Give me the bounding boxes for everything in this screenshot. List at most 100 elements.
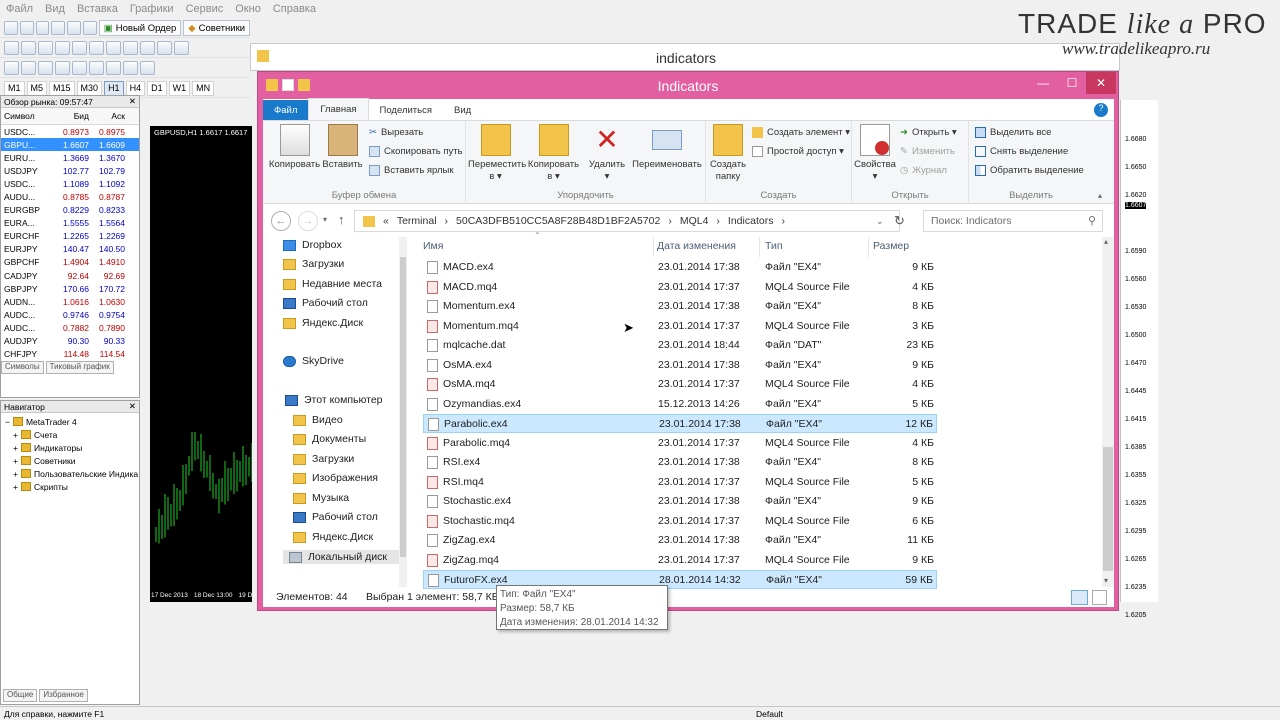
- market-watch-row[interactable]: EURA... 1.5555 1.5564: [1, 217, 139, 230]
- cursor-icon[interactable]: [4, 61, 19, 75]
- move-to-button[interactable]: Переместить в ▾: [468, 124, 526, 183]
- tab-share[interactable]: Поделиться: [369, 100, 443, 120]
- cut-button[interactable]: ✂ Вырезать: [369, 127, 423, 138]
- vertical-line-icon[interactable]: [38, 61, 53, 75]
- file-row[interactable]: Stochastic.ex4 23.01.2014 17:38 Файл "EX4"…: [423, 492, 937, 511]
- path-separator-icon[interactable]: ›: [668, 215, 672, 227]
- file-row[interactable]: ZigZag.ex4 23.01.2014 17:38 Файл "EX4" 11 К…: [423, 531, 937, 550]
- close-icon[interactable]: ✕: [129, 401, 136, 412]
- copy-path-button[interactable]: Скопировать путь: [369, 146, 463, 157]
- periods-icon[interactable]: [157, 41, 172, 55]
- details-view-icon[interactable]: [1071, 590, 1088, 605]
- menu-item[interactable]: Графики: [130, 3, 174, 15]
- menu-item[interactable]: Вставка: [77, 3, 118, 15]
- market-watch-row[interactable]: CHFJPY 114.48 114.54: [1, 348, 139, 361]
- navigator-icon[interactable]: [67, 21, 81, 35]
- history-button[interactable]: ◷ Журнал: [900, 165, 947, 176]
- trendline-icon[interactable]: [72, 61, 87, 75]
- path-field[interactable]: « Terminal › 50CA3DFB510CC5A8F28B48D1BF2A57…: [354, 210, 900, 232]
- market-watch-row[interactable]: AUDC... 0.9746 0.9754: [1, 308, 139, 321]
- zoom-out-icon[interactable]: [72, 41, 87, 55]
- collapse-ribbon-icon[interactable]: ▴: [1098, 191, 1102, 200]
- tab-home[interactable]: Главная: [308, 98, 369, 120]
- recent-locations-icon[interactable]: ▾: [323, 215, 327, 224]
- timeframe-button[interactable]: W1: [168, 80, 191, 96]
- menu-item[interactable]: Окно: [235, 3, 261, 15]
- edit-button[interactable]: ✎ Изменить: [900, 146, 955, 157]
- market-watch-row[interactable]: GBPCHF 1.4904 1.4910: [1, 256, 139, 269]
- paste-button[interactable]: Вставить: [315, 124, 370, 171]
- file-row[interactable]: Parabolic.ex4 23.01.2014 17:38 Файл "EX4" 1…: [423, 414, 937, 433]
- text-icon[interactable]: [123, 61, 138, 75]
- channel-icon[interactable]: [89, 61, 104, 75]
- close-button[interactable]: ✕: [1086, 72, 1116, 94]
- indicators-list-icon[interactable]: [140, 41, 155, 55]
- path-separator-icon[interactable]: ›: [716, 215, 720, 227]
- up-button[interactable]: ↑: [338, 212, 345, 227]
- navigation-pane-scrollbar[interactable]: [399, 237, 407, 587]
- market-watch-row[interactable]: AUDJPY 90.30 90.33: [1, 335, 139, 348]
- expand-icon[interactable]: +: [13, 469, 18, 479]
- arrow-icon[interactable]: [140, 61, 155, 75]
- refresh-icon[interactable]: ↻: [894, 213, 905, 229]
- col-date[interactable]: Дата изменения: [657, 240, 736, 252]
- nav-item[interactable]: Загрузки: [283, 258, 344, 270]
- tile-icon[interactable]: [89, 41, 104, 55]
- navigator-item[interactable]: + Индикаторы: [1, 441, 139, 454]
- chart-line-icon[interactable]: [38, 41, 53, 55]
- market-watch-row[interactable]: USDC... 1.1089 1.1092: [1, 177, 139, 190]
- market-watch-row[interactable]: AUDC... 0.7882 0.7890: [1, 321, 139, 334]
- file-row[interactable]: OsMA.ex4 23.01.2014 17:38 Файл "EX4" 9 КБ: [423, 356, 937, 375]
- autoscroll-icon[interactable]: [106, 41, 121, 55]
- advisors-button[interactable]: ◆ Советники: [183, 20, 251, 36]
- col-size[interactable]: Размер: [873, 240, 909, 252]
- timeframe-button[interactable]: H1: [104, 80, 124, 96]
- copy-to-button[interactable]: Копировать в ▾: [526, 124, 581, 183]
- menu-item[interactable]: Вид: [45, 3, 65, 15]
- price-chart[interactable]: GBPUSD,H1 1.6617 1.6617 17 Dec 2013 18 De…: [150, 126, 252, 602]
- market-watch-row[interactable]: USDC... 0.8973 0.8975: [1, 125, 139, 138]
- invert-selection-button[interactable]: Обратить выделение: [975, 165, 1084, 176]
- select-none-button[interactable]: Снять выделение: [975, 146, 1068, 157]
- file-row[interactable]: OsMA.mq4 23.01.2014 17:37 MQL4 Source File…: [423, 375, 937, 394]
- timeframe-button[interactable]: M15: [49, 80, 75, 96]
- menu-item[interactable]: Сервис: [186, 3, 224, 15]
- paste-shortcut-button[interactable]: Вставить ярлык: [369, 165, 454, 176]
- file-row[interactable]: MACD.ex4 23.01.2014 17:38 Файл "EX4" 9 КБ: [423, 258, 937, 277]
- file-row[interactable]: RSI.mq4 23.01.2014 17:37 MQL4 Source File 5…: [423, 473, 937, 492]
- file-row[interactable]: ZigZag.mq4 23.01.2014 17:37 MQL4 Source Fi…: [423, 551, 937, 570]
- expand-icon[interactable]: +: [13, 482, 18, 492]
- market-watch-row[interactable]: EURJPY 140.47 140.50: [1, 243, 139, 256]
- path-separator-icon[interactable]: «: [383, 215, 389, 227]
- new-folder-button[interactable]: Создать папку: [706, 124, 750, 183]
- path-segment[interactable]: Indicators: [728, 215, 774, 227]
- easy-access-button[interactable]: Простой доступ ▾: [752, 146, 844, 157]
- expand-icon[interactable]: +: [13, 430, 18, 440]
- navigator-item[interactable]: + Советники: [1, 454, 139, 467]
- file-row[interactable]: Momentum.ex4 23.01.2014 17:38 Файл "EX4" 8 …: [423, 297, 937, 316]
- expand-icon[interactable]: −: [5, 417, 10, 427]
- timeframe-button[interactable]: M1: [4, 80, 25, 96]
- path-separator-icon[interactable]: ›: [781, 215, 785, 227]
- timeframe-button[interactable]: H4: [125, 80, 146, 96]
- search-input[interactable]: Поиск: Indicators ⚲: [923, 210, 1103, 232]
- path-separator-icon[interactable]: ›: [445, 215, 449, 227]
- scrollbar-thumb[interactable]: [1103, 447, 1113, 571]
- path-segment[interactable]: Terminal: [397, 215, 437, 227]
- terminal-icon[interactable]: [82, 21, 97, 35]
- rename-button[interactable]: Переименовать: [630, 124, 704, 171]
- path-dropdown-icon[interactable]: ⌄: [876, 216, 884, 227]
- market-watch-icon[interactable]: [35, 21, 50, 35]
- chart-bar-icon[interactable]: [4, 41, 19, 55]
- properties-button[interactable]: Свойства ▾: [852, 124, 898, 183]
- navigator-item[interactable]: + Счета: [1, 428, 139, 441]
- file-row[interactable]: mqlcache.dat 23.01.2014 18:44 Файл "DAT" 23…: [423, 336, 937, 355]
- nav-item[interactable]: Яндекс.Диск: [293, 531, 373, 543]
- nav-item[interactable]: Музыка: [293, 492, 349, 504]
- tab-view[interactable]: Вид: [443, 100, 482, 120]
- col-bid[interactable]: Бид: [47, 111, 89, 121]
- market-watch-row[interactable]: GBPU... 1.6607 1.6609: [1, 138, 139, 152]
- nav-item[interactable]: Загрузки: [293, 453, 354, 465]
- file-row[interactable]: Momentum.mq4 23.01.2014 17:37 MQL4 Source …: [423, 317, 937, 336]
- timeframe-button[interactable]: MN: [192, 80, 215, 96]
